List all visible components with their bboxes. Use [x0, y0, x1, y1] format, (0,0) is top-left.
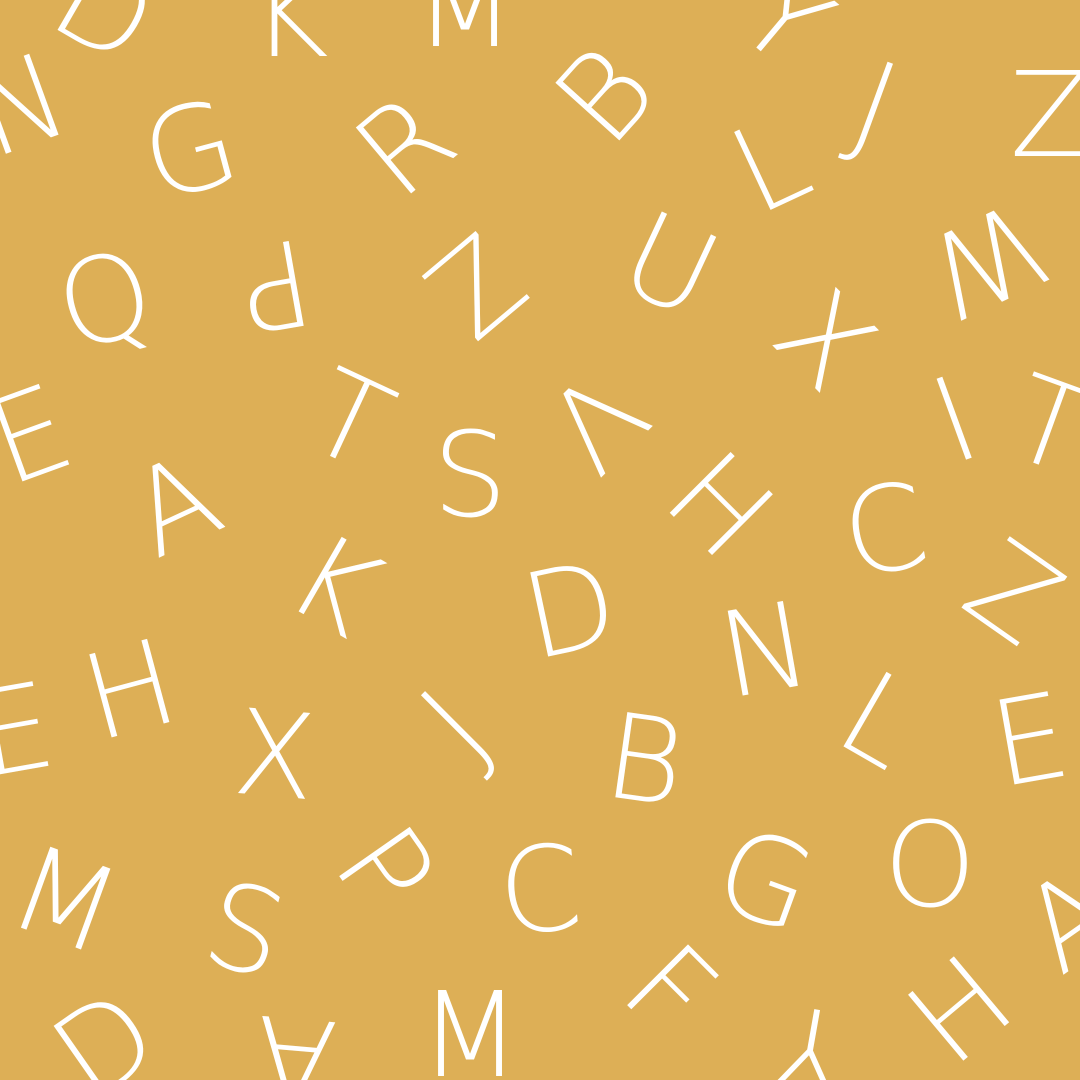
letter-y-bottom-edge: Y	[762, 975, 858, 1080]
letter-s-center: S	[432, 406, 508, 544]
letter-z-right-edge: Z	[1009, 46, 1080, 184]
letter-m-left: M	[0, 817, 137, 983]
letter-o: O	[883, 796, 977, 934]
letter-x-lower: X	[228, 682, 322, 828]
letter-b-top: B	[527, 20, 683, 170]
letter-w: W	[902, 172, 1068, 348]
letter-y-top-right: Y	[713, 0, 857, 95]
letter-t-right-edge: T	[992, 347, 1080, 503]
letter-j: J	[835, 34, 915, 176]
letter-s-lower: S	[190, 853, 300, 1007]
letter-h-left: H	[69, 611, 191, 769]
letter-k-top: K	[251, 0, 329, 84]
letter-g-lower: G	[698, 799, 832, 961]
letter-b-center: B	[597, 686, 693, 834]
letter-l-top: L	[711, 88, 829, 242]
letter-v: V	[517, 342, 673, 498]
letter-a: A	[109, 425, 241, 585]
letter-d-top-left-edge: D	[31, 0, 179, 93]
letter-j-center: J	[393, 663, 517, 787]
letter-q: Q	[42, 221, 168, 379]
letter-z-right: Z	[942, 510, 1080, 670]
letter-k-center: K	[266, 505, 404, 665]
letter-h-bottom-right: H	[881, 928, 1039, 1080]
letter-z: Z	[399, 206, 551, 364]
letter-e-left-edge: E	[0, 357, 89, 513]
letter-m-top-edge: M	[414, 0, 516, 74]
letter-h-center: H	[639, 424, 801, 586]
letter-n-center: N	[709, 574, 821, 726]
letter-e-left-lower-edge: E	[0, 655, 64, 805]
letter-l-right: L	[817, 643, 943, 797]
letter-a-bottom-edge: A	[248, 987, 342, 1080]
letter-x-top: X	[747, 262, 903, 418]
letter-p: P	[227, 210, 323, 360]
letter-m-bottom: M	[419, 966, 521, 1080]
letter-u: U	[601, 184, 739, 346]
letter-pattern-background: DKMYNGRBJLZQPZUWXTSVIETAHCKDNZHJBLEXEMSP…	[0, 0, 1080, 1080]
letter-g: G	[127, 71, 253, 229]
letter-d-bottom-left: D	[28, 962, 182, 1080]
letter-t: T	[288, 342, 412, 498]
letter-f: F	[597, 917, 743, 1063]
letter-c-lower: C	[492, 817, 588, 963]
letter-c-right: C	[832, 454, 938, 606]
letter-i: I	[915, 349, 995, 491]
letter-d-center: D	[511, 533, 629, 687]
letter-a-right-edge: A	[997, 840, 1080, 1000]
letter-r: R	[329, 65, 481, 225]
letter-p-lower: P	[308, 801, 462, 939]
letter-e-right: E	[981, 665, 1079, 815]
